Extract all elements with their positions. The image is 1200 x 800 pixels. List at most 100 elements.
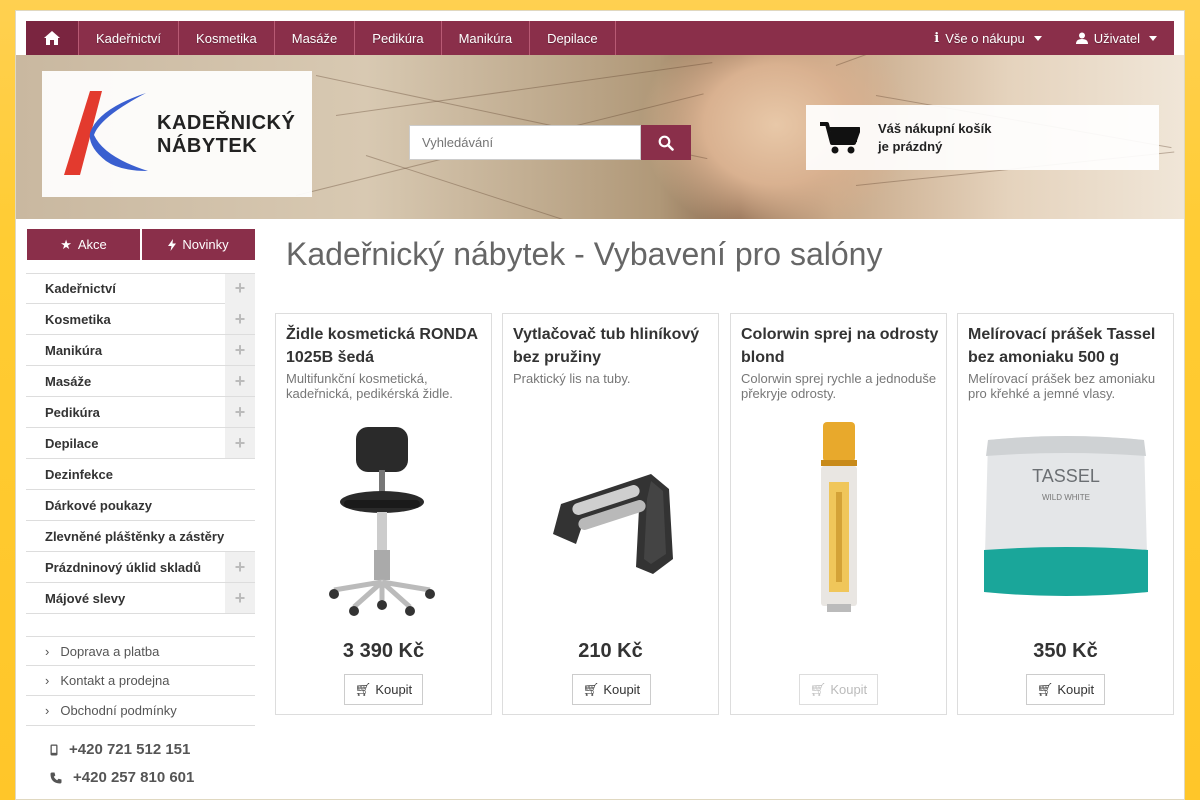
product-description: Colorwin sprej rychle a jednoduše překry… — [741, 371, 937, 401]
product-card: Colorwin sprej na odrosty blond Colorwin… — [730, 313, 947, 715]
info-links: › Doprava a platba › Kontakt a prodejna › O… — [26, 636, 255, 726]
sidebar-item-masaze[interactable]: Masáže + — [26, 366, 255, 397]
nav-item-pedikura[interactable]: Pedikúra — [355, 21, 442, 55]
category-label: Kosmetika — [45, 311, 111, 327]
buy-button[interactable]: 🛒︎ Koupit — [1026, 674, 1105, 705]
expand-plus-icon[interactable]: + — [225, 397, 255, 427]
link-label: Kontakt a prodejna — [60, 673, 170, 688]
sidebar-item-darkove-poukazy[interactable]: Dárkové poukazy — [26, 490, 255, 521]
category-label: Masáže — [45, 373, 92, 389]
phone-mobile[interactable]: +420 721 512 151 — [50, 741, 190, 758]
buy-button-disabled[interactable]: 🛒︎ Koupit — [799, 674, 878, 705]
product-card: Židle kosmetická RONDA 1025B šedá Multif… — [275, 313, 492, 715]
package-subtitle: WILD WHITE — [1042, 493, 1090, 502]
link-obchodni-podminky[interactable]: › Obchodní podmínky — [26, 696, 255, 726]
product-image-chair[interactable] — [286, 419, 482, 619]
link-label: Doprava a platba — [60, 643, 160, 659]
product-name[interactable]: Vytlačovač tub hliníkový bez pružiny — [513, 323, 713, 369]
buy-label: Koupit — [603, 682, 641, 697]
category-label: Prázdninový úklid skladů — [45, 559, 202, 575]
package-brand: TASSEL — [1032, 466, 1100, 486]
logo[interactable]: KADEŘNICKÝ NÁBYTEK — [42, 71, 312, 197]
sidebar-item-zlevnene-plastenky[interactable]: Zlevněné pláštěnky a zástěry — [26, 521, 255, 552]
category-label: Májové slevy — [45, 590, 126, 606]
product-name[interactable]: Židle kosmetická RONDA 1025B šedá — [286, 323, 486, 369]
logo-text: KADEŘNICKÝ NÁBYTEK — [157, 112, 296, 157]
tab-novinky-label: Novinky — [182, 237, 229, 252]
product-card: Melírovací prášek Tassel bez amoniaku 50… — [957, 313, 1174, 715]
sidebar-item-kosmetika[interactable]: Kosmetika + — [26, 304, 255, 335]
cart-icon: 🛒︎ — [582, 681, 600, 697]
nav-item-kosmetika[interactable]: Kosmetika — [179, 21, 275, 55]
nav-item-manikura[interactable]: Manikúra — [442, 21, 531, 55]
cart-status: Váš nákupní košík je prázdný — [878, 120, 992, 154]
sidebar-item-prazdninovy-uklid[interactable]: Prázdninový úklid skladů + — [26, 552, 255, 583]
category-label: Dárkové poukazy — [45, 497, 152, 513]
cart-icon: 🛒︎ — [354, 681, 372, 697]
tab-akce[interactable]: ★ Akce — [27, 229, 140, 260]
expand-plus-icon[interactable]: + — [225, 273, 255, 304]
product-image-bleach-powder[interactable]: TASSEL WILD WHITE — [968, 419, 1164, 619]
logo-k-icon — [64, 91, 148, 175]
nav-item-masaze[interactable]: Masáže — [275, 21, 356, 55]
shopping-info-dropdown[interactable]: i Vše o nákupu — [917, 21, 1058, 55]
sidebar-item-majove-slevy[interactable]: Májové slevy + — [26, 583, 255, 614]
product-image-spray[interactable] — [741, 419, 937, 619]
sidebar-item-pedikura[interactable]: Pedikúra + — [26, 397, 255, 428]
user-icon — [1075, 32, 1088, 44]
buy-button[interactable]: 🛒︎ Koupit — [344, 674, 423, 705]
category-label: Dezinfekce — [45, 466, 113, 482]
expand-plus-icon[interactable]: + — [225, 335, 255, 365]
home-icon — [44, 31, 60, 45]
category-label: Pedikúra — [45, 404, 100, 420]
expand-plus-icon[interactable]: + — [225, 366, 255, 396]
search-input[interactable] — [409, 125, 641, 160]
phone-landline[interactable]: +420 257 810 601 — [50, 769, 194, 786]
category-label: Zlevněné pláštěnky a zástěry — [45, 528, 225, 544]
cart-icon: 🛒︎ — [809, 681, 827, 697]
product-description: Melírovací prášek bez amoniaku pro křehk… — [968, 371, 1156, 401]
shopping-info-label: Vše o nákupu — [945, 30, 1025, 46]
top-navigation: Kadeřnictví Kosmetika Masáže Pedikúra Ma… — [26, 21, 1174, 55]
nav-item-kadernictvi[interactable]: Kadeřnictví — [79, 21, 180, 55]
bolt-icon — [168, 238, 177, 251]
expand-plus-icon[interactable]: + — [225, 304, 255, 334]
product-description: Multifunkční kosmetická, kadeřnická, ped… — [286, 371, 453, 401]
sidebar-item-manikura[interactable]: Manikúra + — [26, 335, 255, 366]
phone-number: +420 257 810 601 — [73, 769, 195, 786]
caret-down-icon — [1149, 35, 1157, 41]
page-title: Kadeřnický nábytek - Vybavení pro salóny — [286, 236, 883, 272]
link-kontakt-a-prodejna[interactable]: › Kontakt a prodejna — [26, 666, 255, 696]
buy-label: Koupit — [1057, 682, 1095, 697]
product-name[interactable]: Melírovací prášek Tassel bez amoniaku 50… — [968, 323, 1168, 369]
buy-button[interactable]: 🛒︎ Koupit — [572, 674, 651, 705]
buy-label: Koupit — [375, 682, 413, 697]
expand-plus-icon[interactable]: + — [225, 552, 255, 582]
product-name[interactable]: Colorwin sprej na odrosty blond — [741, 323, 941, 369]
cart-icon: 🛒︎ — [1036, 681, 1054, 697]
sidebar-item-kadernictvi[interactable]: Kadeřnictví + — [26, 273, 255, 304]
link-doprava-a-platba[interactable]: › Doprava a platba — [26, 636, 255, 666]
nav-item-depilace[interactable]: Depilace — [530, 21, 616, 55]
phone-icon — [50, 772, 62, 783]
phone-number: +420 721 512 151 — [69, 741, 191, 758]
shopping-cart[interactable]: Váš nákupní košík je prázdný — [806, 105, 1159, 170]
expand-plus-icon[interactable]: + — [225, 428, 255, 458]
chevron-right-icon: › — [45, 673, 50, 688]
search-icon — [658, 135, 674, 151]
product-price: 350 Kč — [1033, 640, 1098, 662]
sidebar-item-dezinfekce[interactable]: Dezinfekce — [26, 459, 255, 490]
sidebar-item-depilace[interactable]: Depilace + — [26, 428, 255, 459]
search-button[interactable] — [641, 125, 691, 160]
product-card: Vytlačovač tub hliníkový bez pružiny Pra… — [502, 313, 719, 715]
tab-novinky[interactable]: Novinky — [142, 229, 255, 260]
home-button[interactable] — [26, 21, 79, 55]
mobile-phone-icon — [50, 744, 58, 755]
user-dropdown[interactable]: Uživatel — [1059, 21, 1174, 55]
user-label: Uživatel — [1093, 30, 1140, 46]
category-label: Depilace — [45, 435, 99, 451]
expand-plus-icon[interactable]: + — [225, 583, 255, 613]
category-label: Manikúra — [45, 342, 103, 358]
product-image-tube-squeezer[interactable] — [513, 419, 709, 619]
